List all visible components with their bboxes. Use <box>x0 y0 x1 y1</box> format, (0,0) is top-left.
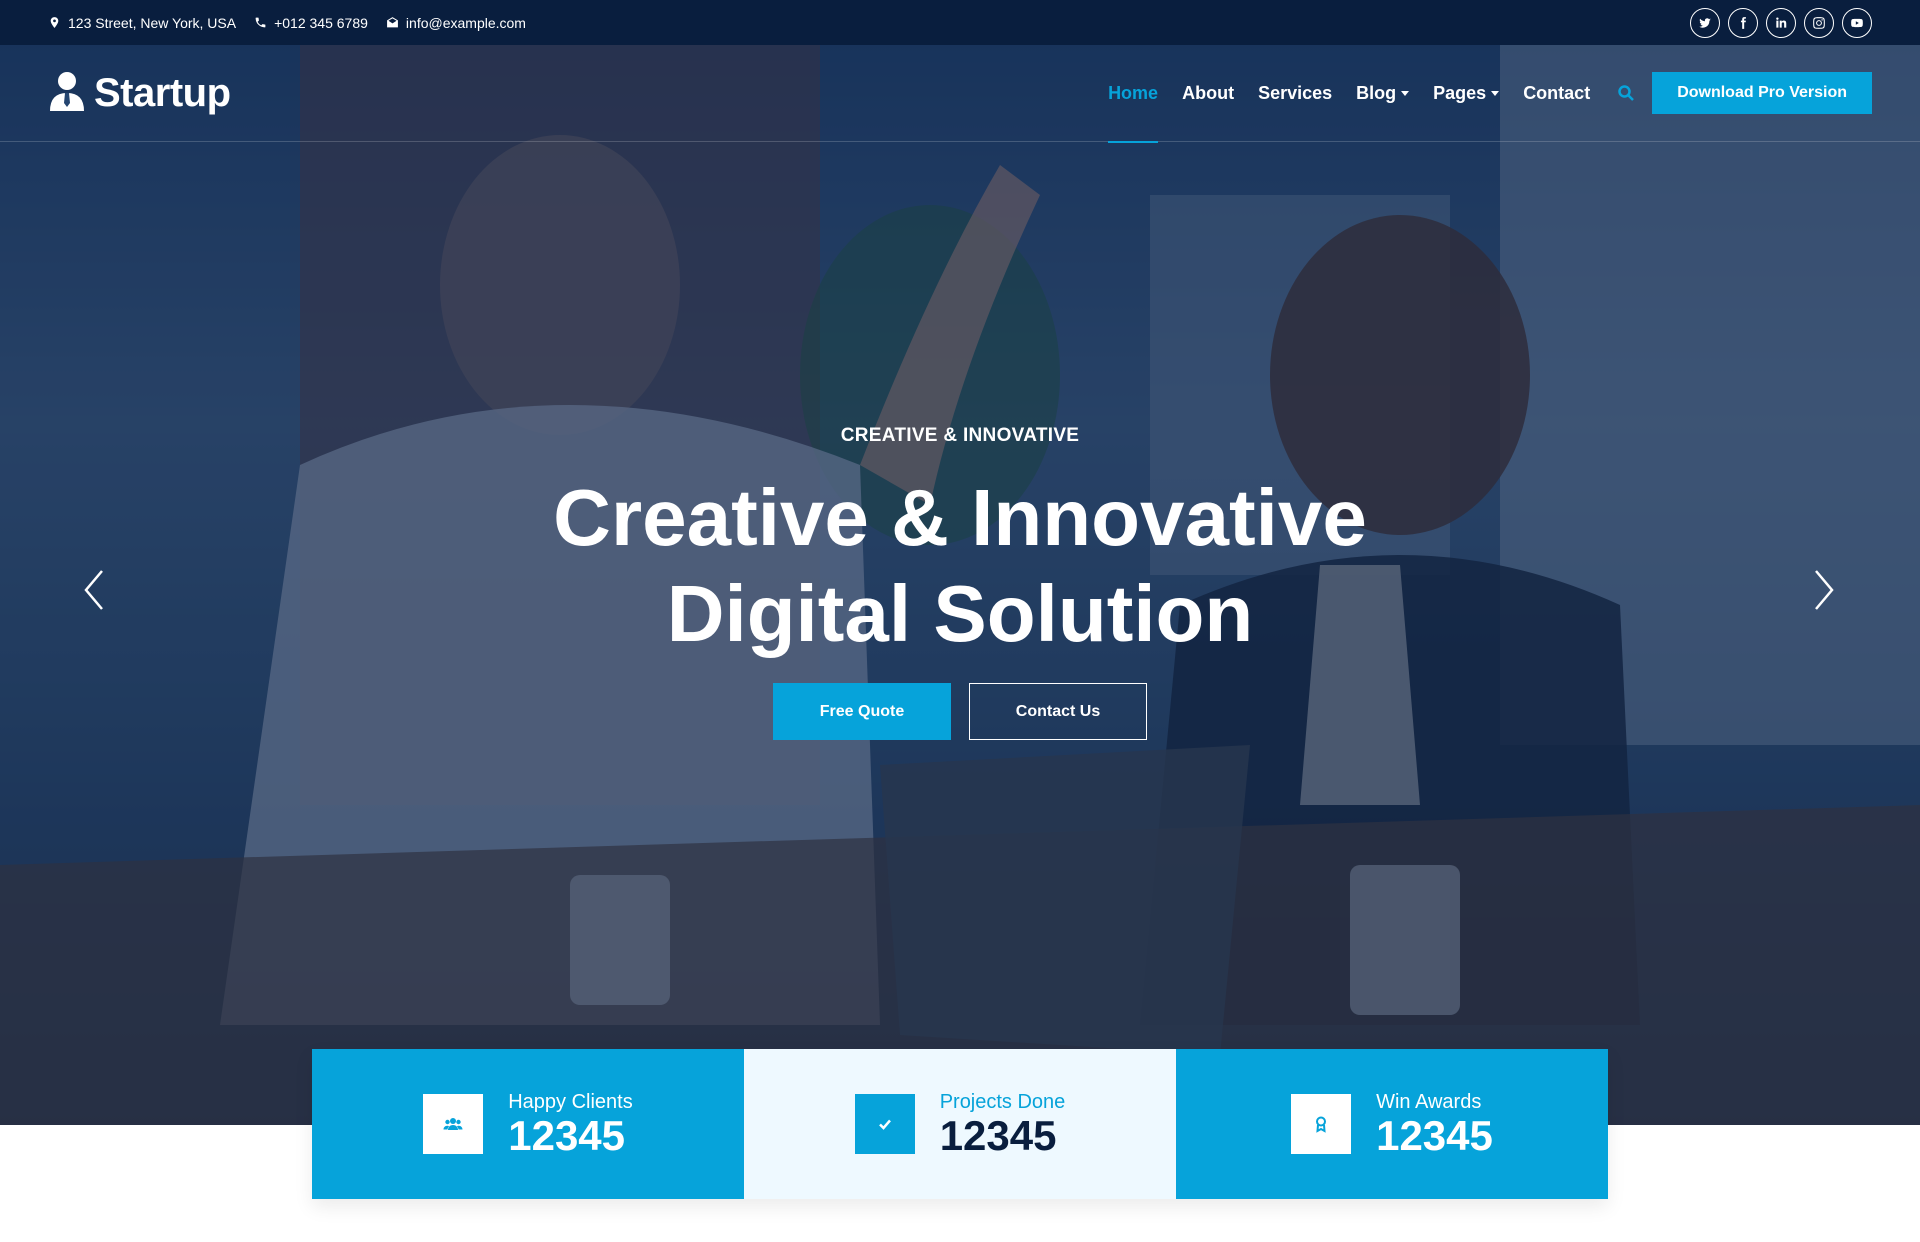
hero-buttons: Free Quote Contact Us <box>0 683 1920 740</box>
search-icon <box>1618 85 1635 101</box>
nav-item-contact[interactable]: Contact <box>1523 45 1590 142</box>
navbar: Startup Home About Services Blog Pages C… <box>0 45 1920 143</box>
download-pro-button[interactable]: Download Pro Version <box>1652 72 1872 114</box>
nav-item-about[interactable]: About <box>1182 45 1234 142</box>
map-marker-icon <box>50 17 59 28</box>
main-menu: Home About Services Blog Pages Contact D… <box>1096 45 1872 143</box>
carousel-next-button[interactable] <box>1808 565 1838 615</box>
stat-value: 12345 <box>1376 1111 1493 1159</box>
email-text: info@example.com <box>405 14 526 31</box>
caret-down-icon <box>1491 90 1500 96</box>
stat-win-awards: Win Awards 12345 <box>1176 1049 1608 1199</box>
stat-label: Projects Done <box>939 1090 1066 1113</box>
stat-label: Happy Clients <box>508 1090 633 1113</box>
social-links <box>1690 7 1872 38</box>
envelope-open-icon <box>387 17 398 28</box>
hero-title-line-2: Digital Solution <box>666 569 1254 658</box>
hero-title-line-1: Creative & Innovative <box>553 473 1367 562</box>
hero-subtitle: CREATIVE & INNOVATIVE <box>840 425 1080 446</box>
youtube-icon <box>1851 18 1863 27</box>
stat-icon-box <box>423 1094 484 1154</box>
nav-item-services[interactable]: Services <box>1258 45 1332 142</box>
contact-us-button[interactable]: Contact Us <box>969 683 1147 740</box>
award-icon <box>1316 1116 1327 1133</box>
stat-text: Projects Done 12345 <box>940 1091 1066 1158</box>
address-text: 123 Street, New York, USA <box>68 14 237 31</box>
youtube-link[interactable] <box>1842 7 1872 38</box>
check-icon <box>878 1119 891 1130</box>
address-item: 123 Street, New York, USA <box>48 15 236 31</box>
nav-item-pages-label: Pages <box>1433 82 1487 103</box>
stat-text: Happy Clients 12345 <box>508 1091 633 1158</box>
email-item: info@example.com <box>386 15 526 31</box>
nav-item-blog[interactable]: Blog <box>1356 45 1410 142</box>
brand-name: Startup <box>94 70 231 115</box>
chevron-right-icon <box>1815 570 1834 610</box>
hero-carousel: Startup Home About Services Blog Pages C… <box>0 45 1920 1125</box>
facebook-icon <box>1740 16 1746 29</box>
stats-bar: Happy Clients 12345 Projects Done 12345 … <box>312 1049 1608 1199</box>
brand-logo[interactable]: Startup <box>48 71 231 116</box>
user-tie-icon <box>48 71 86 116</box>
instagram-icon <box>1813 16 1825 29</box>
users-icon <box>443 1118 463 1130</box>
carousel-prev-button[interactable] <box>80 565 110 615</box>
phone-text: +012 345 6789 <box>274 14 368 31</box>
hero-title: Creative & Innovative Digital Solution <box>0 470 1920 662</box>
contact-info: 123 Street, New York, USA +012 345 6789 … <box>48 15 526 31</box>
nav-item-home[interactable]: Home <box>1108 45 1159 143</box>
stat-icon-box <box>1291 1094 1352 1154</box>
search-button[interactable] <box>1618 85 1635 101</box>
linkedin-link[interactable] <box>1766 7 1796 38</box>
linkedin-icon <box>1776 16 1787 28</box>
facebook-link[interactable] <box>1728 7 1758 38</box>
stat-value: 12345 <box>939 1111 1057 1159</box>
twitter-icon <box>1699 17 1711 28</box>
twitter-link[interactable] <box>1690 7 1720 38</box>
stat-projects-done: Projects Done 12345 <box>744 1049 1176 1199</box>
caret-down-icon <box>1401 90 1410 96</box>
stat-label: Win Awards <box>1376 1090 1482 1113</box>
instagram-link[interactable] <box>1804 7 1834 38</box>
phone-item: +012 345 6789 <box>254 15 368 31</box>
stat-text: Win Awards 12345 <box>1376 1091 1493 1158</box>
chevron-left-icon <box>84 570 103 610</box>
nav-item-pages[interactable]: Pages <box>1433 45 1500 142</box>
free-quote-button[interactable]: Free Quote <box>773 683 951 740</box>
stat-happy-clients: Happy Clients 12345 <box>312 1049 744 1199</box>
topbar: 123 Street, New York, USA +012 345 6789 … <box>0 0 1920 45</box>
stat-icon-box <box>854 1094 915 1154</box>
stat-value: 12345 <box>508 1111 626 1159</box>
nav-item-blog-label: Blog <box>1356 82 1397 103</box>
phone-icon <box>255 17 266 28</box>
